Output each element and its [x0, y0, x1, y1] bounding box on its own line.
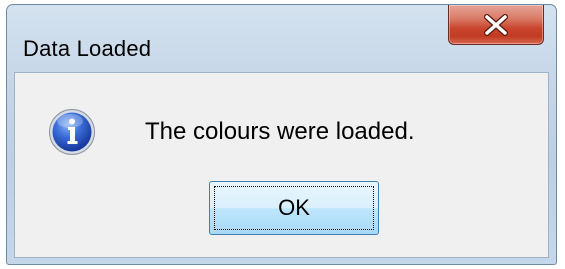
close-icon [484, 13, 508, 36]
close-button[interactable] [448, 5, 544, 45]
window-title: Data Loaded [23, 36, 152, 61]
information-icon [49, 109, 95, 155]
ok-button[interactable]: OK [209, 181, 379, 235]
dialog-window: Data Loaded The colours were loaded. OK [6, 4, 557, 265]
title-bar[interactable]: Data Loaded [7, 5, 556, 73]
ok-button-label: OK [278, 195, 310, 220]
dialog-content: The colours were loaded. OK [14, 72, 549, 258]
message-text: The colours were loaded. [145, 118, 415, 145]
